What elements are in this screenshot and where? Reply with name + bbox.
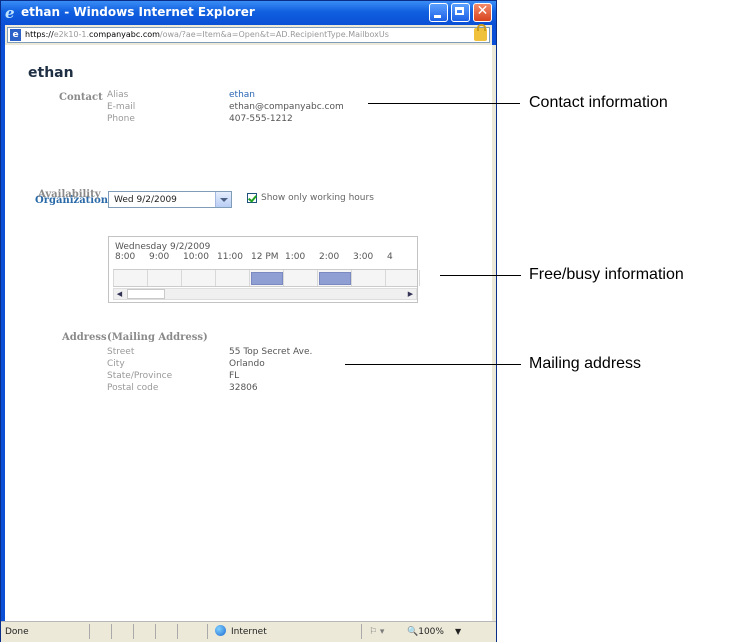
zoom-value: 100% (418, 627, 444, 637)
city-value: Orlando (229, 359, 265, 369)
url-host: companyabc.com (89, 30, 160, 39)
close-icon: ✕ (476, 3, 489, 19)
freebusy-panel: Wednesday 9/2/2009 8:00 9:00 10:00 11:00 12 … (108, 236, 421, 303)
grid-line (215, 270, 216, 286)
working-hours-label: Show only working hours (261, 193, 374, 203)
working-hours-checkbox[interactable] (247, 193, 257, 203)
city-label: City (107, 359, 125, 369)
page-icon: e (10, 29, 21, 41)
ie-window: e ethan - Windows Internet Explorer ✕ e … (0, 0, 497, 642)
zoom-level[interactable]: 🔍100% (407, 627, 444, 637)
time-label: 12 PM (251, 252, 279, 262)
grid-line (385, 270, 386, 286)
grid-line (181, 270, 182, 286)
email-label: E-mail (107, 102, 136, 112)
title-bar[interactable]: e ethan - Windows Internet Explorer ✕ (1, 1, 496, 25)
time-label: 4 (387, 252, 393, 262)
busy-block (251, 272, 283, 285)
grid-line (147, 270, 148, 286)
url-field[interactable]: e https://e2k10-1.companyabc.com/owa/?ae… (7, 24, 490, 43)
maximize-icon (455, 7, 464, 15)
callout-line-freebusy (440, 275, 521, 276)
address-bar: e https://e2k10-1.companyabc.com/owa/?ae… (5, 24, 492, 45)
page-content: ethan Contact Alias ethan E-mail ethan@c… (5, 45, 492, 621)
status-text: Done (5, 627, 29, 637)
status-divider (155, 624, 156, 639)
state-label: State/Province (107, 371, 173, 381)
status-divider (177, 624, 178, 639)
callout-freebusy: Free/busy information (529, 266, 684, 283)
phone-label: Phone (107, 114, 135, 124)
url-text: https://e2k10-1.companyabc.com/owa/?ae=I… (25, 29, 461, 41)
protected-mode-icon[interactable]: ⚐ ▾ (369, 627, 384, 637)
grid-line (419, 270, 420, 286)
time-label: 10:00 (183, 252, 209, 262)
maximize-button[interactable] (451, 3, 470, 22)
grid-line (249, 270, 250, 286)
time-label: 2:00 (319, 252, 340, 262)
status-divider (133, 624, 134, 639)
date-select[interactable]: Wed 9/2/2009 (108, 191, 232, 208)
time-label: 11:00 (217, 252, 243, 262)
street-label: Street (107, 347, 135, 357)
freebusy-grid (113, 269, 420, 287)
callout-mailing: Mailing address (529, 355, 642, 372)
status-divider (361, 624, 362, 639)
globe-icon (215, 625, 226, 636)
close-button[interactable]: ✕ (473, 3, 492, 22)
alias-value[interactable]: ethan (229, 90, 255, 100)
busy-block (319, 272, 351, 285)
url-path: /owa/?ae=Item&a=Open&t=AD.RecipientType.… (159, 30, 389, 39)
address-section-label: Address (62, 332, 107, 343)
url-subdomain: e2k10-1. (53, 30, 90, 39)
time-label: 9:00 (149, 252, 170, 262)
time-label: 8:00 (115, 252, 136, 262)
contact-section-label: Contact (59, 92, 103, 103)
time-label: 1:00 (285, 252, 306, 262)
callout-line-contact (368, 103, 520, 104)
grid-line (317, 270, 318, 286)
phone-value: 407-555-1212 (229, 114, 293, 124)
callout-contact: Contact information (529, 94, 668, 111)
postal-label: Postal code (107, 383, 159, 393)
time-label: 3:00 (353, 252, 374, 262)
alias-label: Alias (107, 90, 129, 100)
callout-line-mailing (345, 364, 521, 365)
window-title: ethan - Windows Internet Explorer (21, 5, 255, 19)
security-zone: Internet (231, 627, 267, 637)
scroll-right-icon[interactable]: ▶ (405, 289, 416, 299)
email-value: ethan@companyabc.com (229, 102, 344, 112)
scroll-left-icon[interactable]: ◀ (114, 289, 125, 299)
horizontal-scrollbar[interactable]: ◀ ▶ (113, 288, 417, 300)
mailing-address-heading: (Mailing Address) (107, 332, 208, 343)
window-edge (492, 45, 496, 621)
status-divider (207, 624, 208, 639)
chevron-down-icon[interactable] (215, 192, 231, 207)
ie-logo-icon: e (5, 4, 15, 22)
grid-line (113, 270, 114, 286)
date-select-value: Wed 9/2/2009 (114, 195, 177, 205)
minimize-icon (434, 15, 441, 18)
scroll-thumb[interactable] (127, 289, 165, 299)
postal-value: 32806 (229, 383, 258, 393)
page-title: ethan (28, 65, 74, 81)
status-divider (89, 624, 90, 639)
freebusy-date: Wednesday 9/2/2009 (115, 242, 211, 252)
status-bar: Done Internet ⚐ ▾ 🔍100% ▼ (1, 621, 496, 642)
status-divider (111, 624, 112, 639)
freebusy-times: 8:00 9:00 10:00 11:00 12 PM 1:00 2:00 3:00 4 (115, 252, 421, 262)
grid-line (351, 270, 352, 286)
state-value: FL (229, 371, 240, 381)
grid-line (283, 270, 284, 286)
chevron-down-icon[interactable]: ▼ (455, 627, 461, 636)
street-value: 55 Top Secret Ave. (229, 347, 313, 357)
url-scheme: https:// (25, 30, 54, 39)
lock-icon[interactable] (474, 24, 487, 41)
availability-label: Availability (38, 189, 101, 200)
minimize-button[interactable] (429, 3, 448, 22)
